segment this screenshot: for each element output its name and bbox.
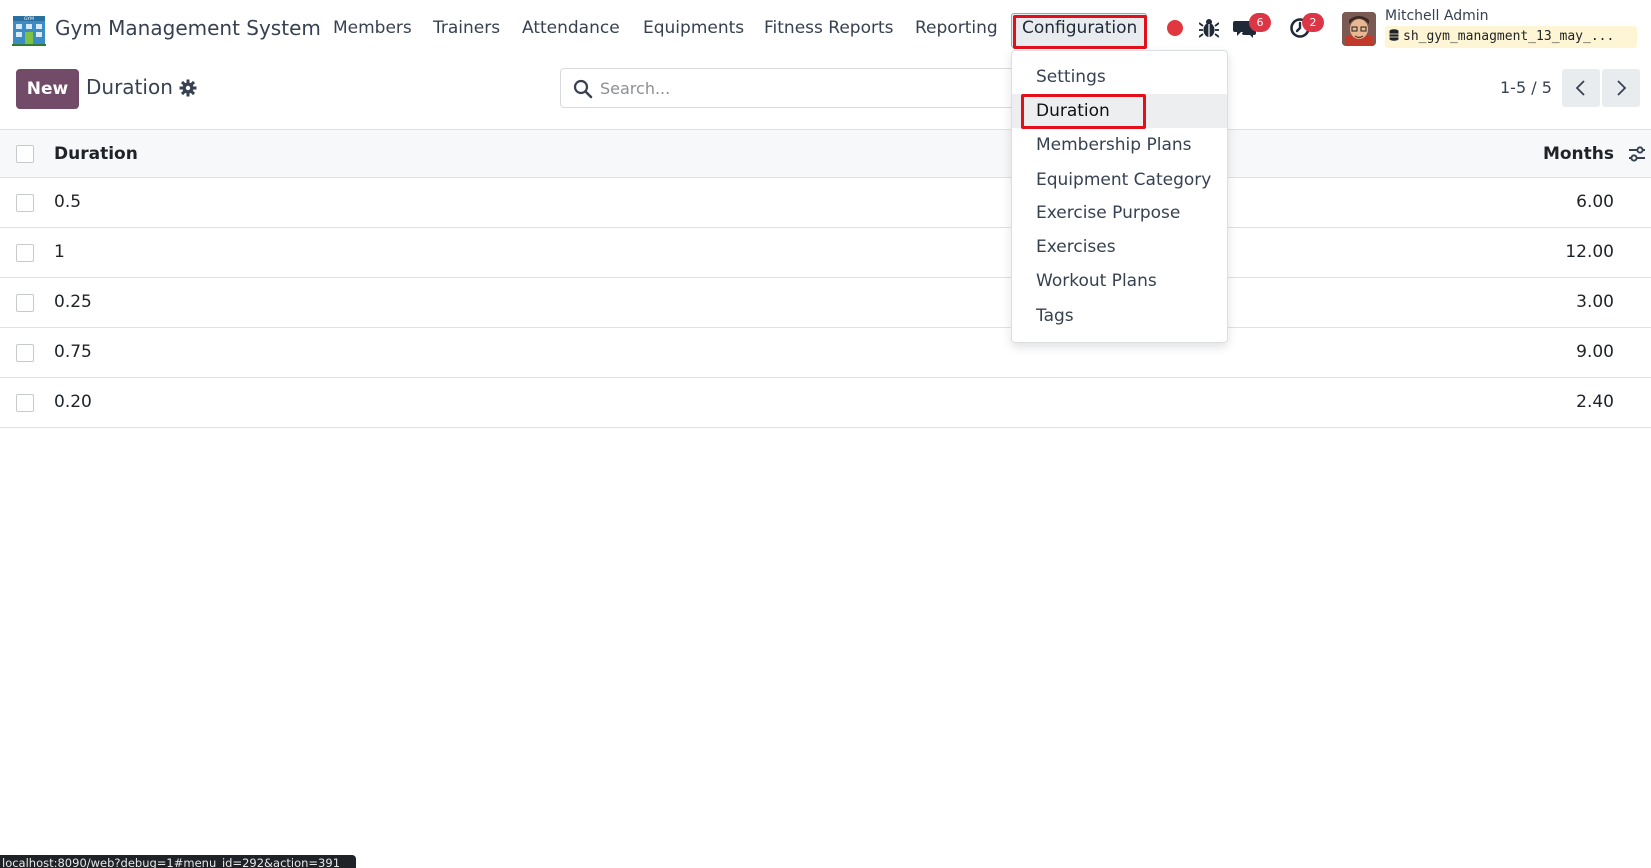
cell-duration: 1	[54, 242, 65, 262]
table-row[interactable]: 0.5 6.00	[0, 178, 1651, 228]
column-header-duration[interactable]: Duration	[54, 144, 138, 164]
link-status-bar: localhost:8090/web?debug=1#menu_id=292&a…	[0, 855, 356, 868]
cell-months: 12.00	[1565, 242, 1614, 262]
debug-bug-icon[interactable]	[1199, 17, 1219, 39]
table-row[interactable]: 1 12.00	[0, 228, 1651, 278]
pager-value[interactable]: 1-5 / 5	[1500, 78, 1552, 97]
cell-months: 2.40	[1576, 392, 1614, 412]
breadcrumb-title: Duration	[86, 75, 173, 99]
messages-count-badge: 6	[1249, 13, 1271, 32]
menu-members[interactable]: Members	[333, 18, 412, 38]
menu-trainers[interactable]: Trainers	[433, 18, 500, 38]
cell-duration: 0.25	[54, 292, 92, 312]
cell-months: 6.00	[1576, 192, 1614, 212]
database-name-chip[interactable]: sh_gym_managment_13_may_...	[1385, 26, 1637, 48]
cell-duration: 0.5	[54, 192, 82, 212]
row-checkbox[interactable]	[16, 394, 34, 412]
recording-indicator-icon[interactable]	[1167, 20, 1183, 36]
dropdown-item-exercises[interactable]: Exercises	[1012, 230, 1227, 264]
chevron-right-icon	[1617, 80, 1627, 96]
cell-months: 3.00	[1576, 292, 1614, 312]
database-name: sh_gym_managment_13_may_...	[1403, 29, 1615, 44]
svg-text:GYM: GYM	[24, 16, 34, 22]
dropdown-item-exercise-purpose[interactable]: Exercise Purpose	[1012, 196, 1227, 230]
row-checkbox[interactable]	[16, 294, 34, 312]
pager-next-button[interactable]	[1602, 69, 1640, 107]
row-checkbox[interactable]	[16, 244, 34, 262]
cell-duration: 0.75	[54, 342, 92, 362]
dropdown-item-membership-plans[interactable]: Membership Plans	[1012, 128, 1227, 162]
configuration-highlight	[1013, 15, 1147, 49]
optional-columns-sliders-icon[interactable]	[1628, 145, 1646, 163]
user-name[interactable]: Mitchell Admin	[1385, 8, 1489, 24]
cell-months: 9.00	[1576, 342, 1614, 362]
activities-count-badge: 2	[1302, 13, 1324, 32]
pager-previous-button[interactable]	[1562, 69, 1600, 107]
table-header	[0, 129, 1651, 178]
cell-duration: 0.20	[54, 392, 92, 412]
search-icon	[573, 79, 593, 99]
table-row[interactable]: 0.20 2.40	[0, 378, 1651, 428]
app-title[interactable]: Gym Management System	[55, 16, 321, 40]
menu-attendance[interactable]: Attendance	[522, 18, 620, 38]
column-header-months[interactable]: Months	[1543, 144, 1614, 164]
chevron-left-icon	[1575, 80, 1585, 96]
dropdown-item-settings[interactable]: Settings	[1012, 60, 1227, 94]
database-icon	[1389, 29, 1399, 41]
dropdown-item-tags[interactable]: Tags	[1012, 299, 1227, 333]
menu-fitness-reports[interactable]: Fitness Reports	[764, 18, 894, 38]
search-input[interactable]	[600, 69, 1000, 107]
new-button[interactable]: New	[16, 69, 79, 109]
gym-building-icon[interactable]: GYM	[12, 14, 46, 46]
dropdown-item-workout-plans[interactable]: Workout Plans	[1012, 264, 1227, 298]
table-row[interactable]: 0.25 3.00	[0, 278, 1651, 328]
menu-equipments[interactable]: Equipments	[643, 18, 744, 38]
row-checkbox[interactable]	[16, 344, 34, 362]
row-checkbox[interactable]	[16, 194, 34, 212]
user-avatar[interactable]	[1342, 12, 1376, 46]
select-all-checkbox[interactable]	[16, 145, 34, 163]
duration-highlight	[1021, 94, 1146, 129]
table-row[interactable]: 0.75 9.00	[0, 328, 1651, 378]
menu-reporting[interactable]: Reporting	[915, 18, 998, 38]
dropdown-item-equipment-category[interactable]: Equipment Category	[1012, 163, 1227, 197]
gear-icon[interactable]	[179, 79, 197, 97]
top-navbar: GYM Gym Management System Members Traine…	[0, 0, 1651, 58]
